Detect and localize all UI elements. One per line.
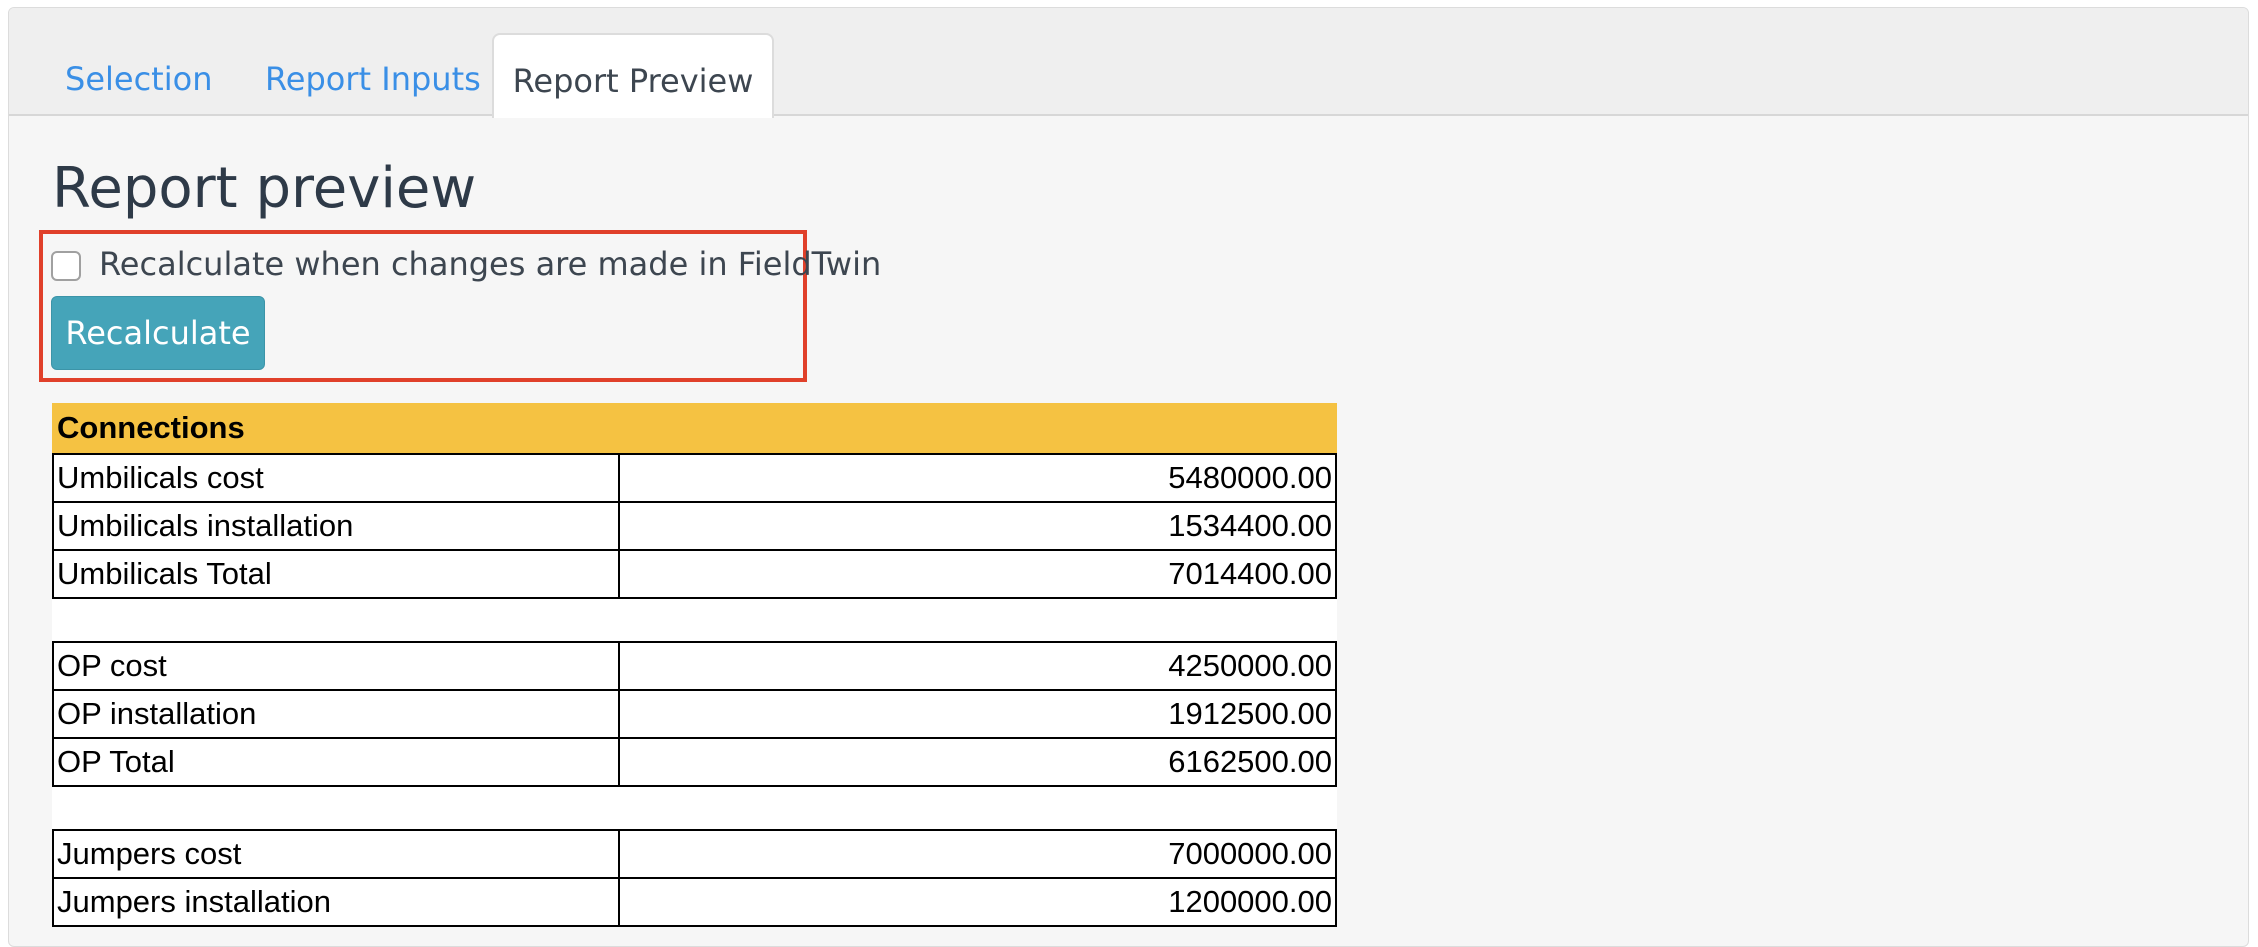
row-label: OP installation [52,689,620,739]
row-value: 1200000.00 [618,877,1337,927]
tab-report-inputs[interactable]: Report Inputs [265,33,481,116]
row-value: 1534400.00 [618,501,1337,551]
row-label: OP cost [52,641,620,691]
recalculate-auto-label[interactable]: Recalculate when changes are made in Fie… [99,245,881,283]
recalculate-button[interactable]: Recalculate [51,296,265,370]
report-table: Connections Umbilicals cost 5480000.00 U… [52,403,1337,927]
op-table: OP cost 4250000.00 OP installation 19125… [52,641,1337,787]
table-row: Jumpers cost 7000000.00 [52,829,1337,879]
tab-bar: Selection Report Inputs Report Preview [9,8,2248,118]
table-row: Umbilicals cost 5480000.00 [52,453,1337,503]
row-label: Jumpers cost [52,829,620,879]
row-value: 7000000.00 [618,829,1337,879]
umbilicals-table: Umbilicals cost 5480000.00 Umbilicals in… [52,453,1337,599]
row-value: 4250000.00 [618,641,1337,691]
row-label: Jumpers installation [52,877,620,927]
tab-report-preview[interactable]: Report Preview [492,33,774,118]
recalculate-auto-checkbox[interactable] [51,251,81,281]
table-row: Umbilicals Total 7014400.00 [52,549,1337,599]
page-title: Report preview [52,156,477,221]
row-value: 6162500.00 [618,737,1337,787]
table-row: OP cost 4250000.00 [52,641,1337,691]
row-label: Umbilicals installation [52,501,620,551]
jumpers-table: Jumpers cost 7000000.00 Jumpers installa… [52,829,1337,927]
row-label: Umbilicals cost [52,453,620,503]
table-row: Jumpers installation 1200000.00 [52,877,1337,927]
section-header-connections: Connections [52,403,1337,453]
row-label: OP Total [52,737,620,787]
tab-selection[interactable]: Selection [65,33,212,116]
row-value: 7014400.00 [618,549,1337,599]
table-row: OP installation 1912500.00 [52,689,1337,739]
table-row: OP Total 6162500.00 [52,737,1337,787]
row-value: 5480000.00 [618,453,1337,503]
group-spacer [52,599,1337,641]
report-panel: Selection Report Inputs Report Preview R… [8,7,2249,947]
table-row: Umbilicals installation 1534400.00 [52,501,1337,551]
row-value: 1912500.00 [618,689,1337,739]
row-label: Umbilicals Total [52,549,620,599]
group-spacer [52,787,1337,829]
